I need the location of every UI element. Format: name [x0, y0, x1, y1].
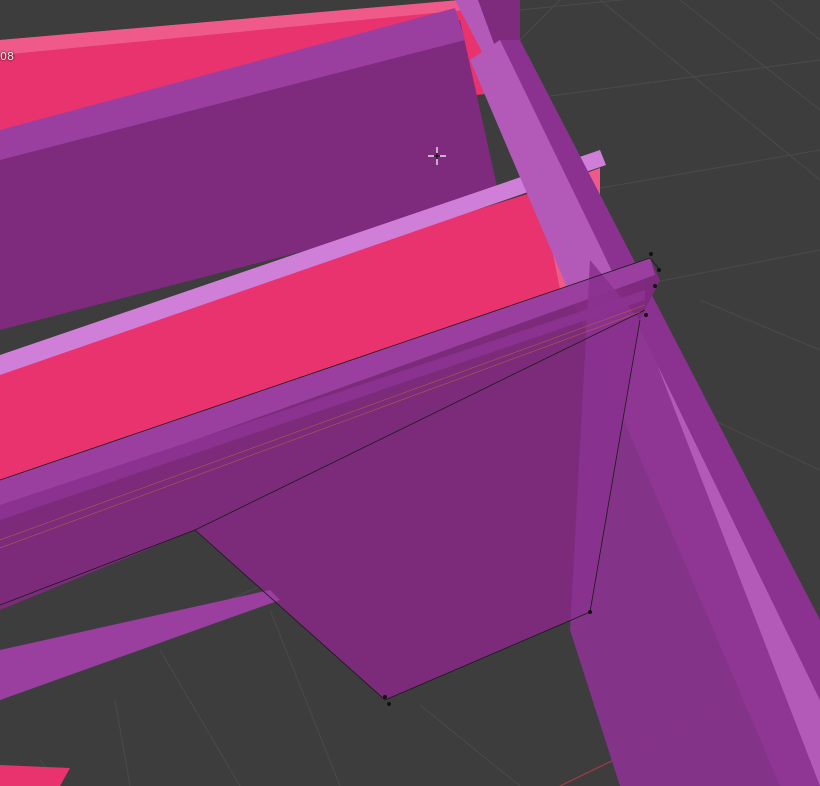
- 3d-cursor-icon[interactable]: [428, 147, 446, 165]
- mesh-slab-right: [570, 260, 820, 786]
- viewport-scene[interactable]: [0, 0, 820, 786]
- viewport-overlay-value: 08: [0, 50, 14, 63]
- 3d-viewport[interactable]: 08: [0, 0, 820, 786]
- mesh-beam-bottom: [0, 590, 280, 700]
